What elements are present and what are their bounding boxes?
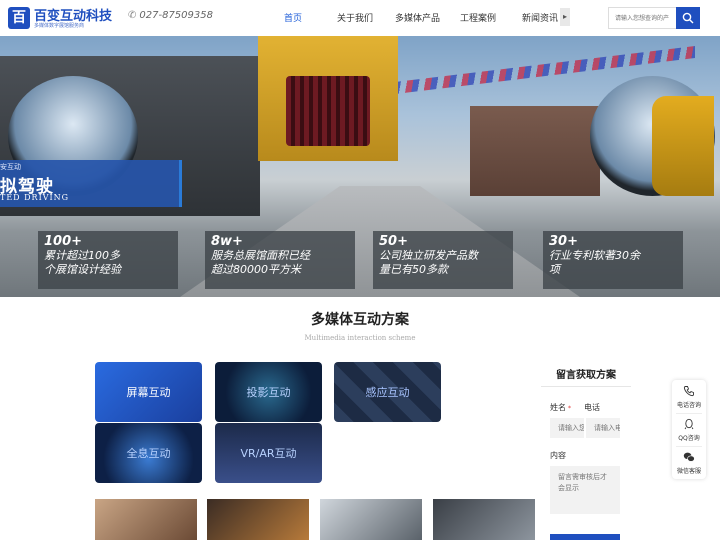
stat-text: 服务总展馆面积已经 (211, 249, 310, 262)
header-phone: ✆ 027-87509358 (128, 10, 213, 21)
solution-tile-vr-ar[interactable]: VR/AR互动 (215, 423, 322, 483)
search-button[interactable] (676, 7, 700, 29)
hero-banner[interactable]: 安互动 拟驾驶 TED DRIVING 100+ 累计超过100多 个展馆设计经… (0, 36, 720, 297)
section-subtitle: Multimedia interaction scheme (304, 334, 416, 342)
nav-item-products[interactable]: 多媒体产品 (395, 11, 440, 24)
content-textarea[interactable] (550, 466, 620, 514)
side-item-wechat[interactable]: 微信客服 (672, 446, 706, 479)
site-logo[interactable]: 百 百变互动科技 多媒体数字展馆服务商 (8, 5, 112, 31)
nav-item-about[interactable]: 关于我们 (337, 11, 373, 24)
chevron-right-icon[interactable]: ▸ (560, 8, 570, 26)
content-label: 内容 (550, 451, 566, 460)
section-title: 多媒体互动方案 (311, 312, 409, 328)
required-mark: * (568, 405, 571, 412)
floating-contact-panel: 电话咨询 QQ咨询 微信客服 (672, 380, 706, 479)
phone-icon (683, 386, 694, 397)
banner-tag-sub: 安互动 (0, 163, 21, 171)
banner-scene-building-right (470, 106, 600, 196)
case-photo[interactable] (207, 499, 309, 540)
stat-text: 累计超过100多 (44, 249, 120, 262)
phone-icon: ✆ (128, 10, 137, 21)
stat-text: 公司独立研发产品数 (379, 249, 478, 262)
banner-feature-tag: 安互动 拟驾驶 TED DRIVING (0, 160, 182, 207)
solution-tile-label: 屏幕互动 (126, 386, 171, 399)
solution-tile-label: 投影互动 (246, 386, 291, 399)
banner-stat: 30+ 行业专利软著30余 项 (543, 231, 683, 289)
banner-tag-english: TED DRIVING (0, 193, 70, 202)
banner-scene-crane-cable (286, 76, 370, 146)
stat-text: 项 (549, 263, 560, 276)
solution-tile-sensor[interactable]: 感应互动 (334, 362, 441, 422)
stat-text: 行业专利软著30余 (549, 249, 640, 262)
wechat-icon (683, 452, 695, 462)
banner-stat: 100+ 累计超过100多 个展馆设计经验 (38, 231, 178, 289)
submit-button[interactable] (550, 534, 620, 540)
side-item-phone[interactable]: 电话咨询 (672, 380, 706, 413)
stat-number: 100+ (44, 234, 83, 249)
banner-stat: 8w+ 服务总展馆面积已经 超过80000平方米 (205, 231, 355, 289)
logo-tagline: 多媒体数字展馆服务商 (34, 23, 85, 29)
side-item-qq[interactable]: QQ咨询 (672, 413, 706, 446)
search-input[interactable] (608, 7, 676, 29)
case-photo[interactable] (433, 499, 535, 540)
stat-number: 50+ (379, 234, 408, 249)
form-title: 留言获取方案 (556, 370, 616, 381)
side-item-label: QQ咨询 (678, 435, 700, 442)
case-photo[interactable] (320, 499, 422, 540)
contact-form: 留言获取方案 姓名* 电话 内容 (541, 356, 631, 540)
stat-text: 量已有50多款 (379, 263, 448, 276)
search-icon (682, 12, 694, 24)
case-photo[interactable] (95, 499, 197, 540)
nav-item-cases[interactable]: 工程案例 (460, 11, 496, 24)
logo-mark-icon: 百 (8, 7, 30, 29)
solution-tile-hologram[interactable]: 全息互动 (95, 423, 202, 483)
nav-item-news[interactable]: 新闻资讯 (522, 11, 558, 24)
stat-number: 30+ (549, 234, 578, 249)
name-input[interactable] (550, 418, 584, 438)
qq-icon (684, 418, 694, 430)
solution-tile-label: 全息互动 (126, 447, 171, 460)
site-header: 百 百变互动科技 多媒体数字展馆服务商 ✆ 027-87509358 首页 关于我… (0, 0, 720, 36)
stat-number: 8w+ (211, 234, 243, 249)
solution-tile-projection[interactable]: 投影互动 (215, 362, 322, 422)
banner-scene-cab (652, 96, 714, 196)
nav-item-home[interactable]: 首页 (284, 11, 302, 24)
solution-tile-screen[interactable]: 屏幕互动 (95, 362, 202, 422)
solution-tile-label: 感应互动 (365, 386, 410, 399)
name-label-text: 姓名 (550, 403, 566, 412)
phone-input[interactable] (586, 418, 620, 438)
banner-stat: 50+ 公司独立研发产品数 量已有50多款 (373, 231, 513, 289)
header-phone-number: 027-87509358 (139, 10, 213, 21)
stat-text: 个展馆设计经验 (44, 263, 121, 276)
side-item-label: 微信客服 (676, 468, 701, 475)
side-item-label: 电话咨询 (676, 402, 701, 409)
name-label: 姓名 * (550, 402, 571, 413)
search-box (608, 7, 700, 29)
phone-label: 电话 (584, 403, 600, 412)
solution-tile-label: VR/AR互动 (240, 447, 297, 460)
stat-text: 超过80000平方米 (211, 263, 301, 276)
banner-scene-crane (258, 36, 398, 161)
form-divider (541, 386, 631, 387)
